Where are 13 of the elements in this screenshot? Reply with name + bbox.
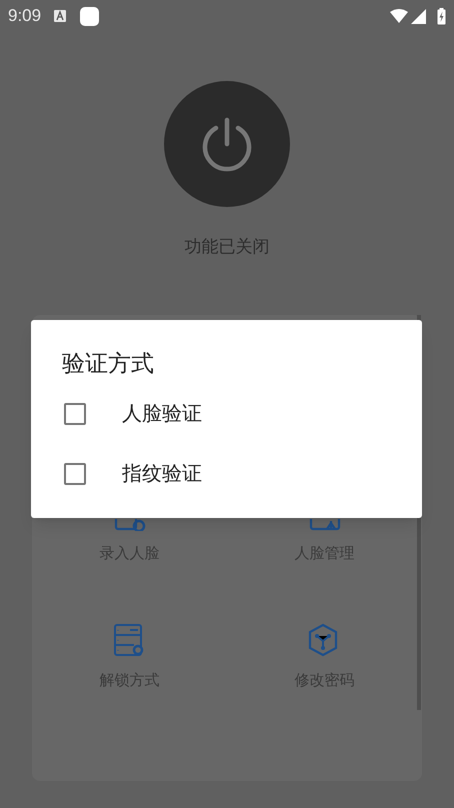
option-label[interactable]: 人脸验证 xyxy=(122,399,202,429)
app-notification-icon xyxy=(80,6,100,26)
face-add-icon xyxy=(114,519,146,531)
checkbox[interactable] xyxy=(64,463,86,485)
face-manage-icon xyxy=(308,519,340,531)
checkbox[interactable] xyxy=(64,403,86,425)
signal-icon xyxy=(411,8,426,24)
wifi-icon xyxy=(390,9,408,23)
dialog-title: 验证方式 xyxy=(62,349,154,378)
status-time: 9:09 xyxy=(8,5,42,28)
battery-charging-icon xyxy=(437,8,446,24)
keyboard-icon xyxy=(54,10,66,22)
option-label[interactable]: 指纹验证 xyxy=(122,459,202,489)
